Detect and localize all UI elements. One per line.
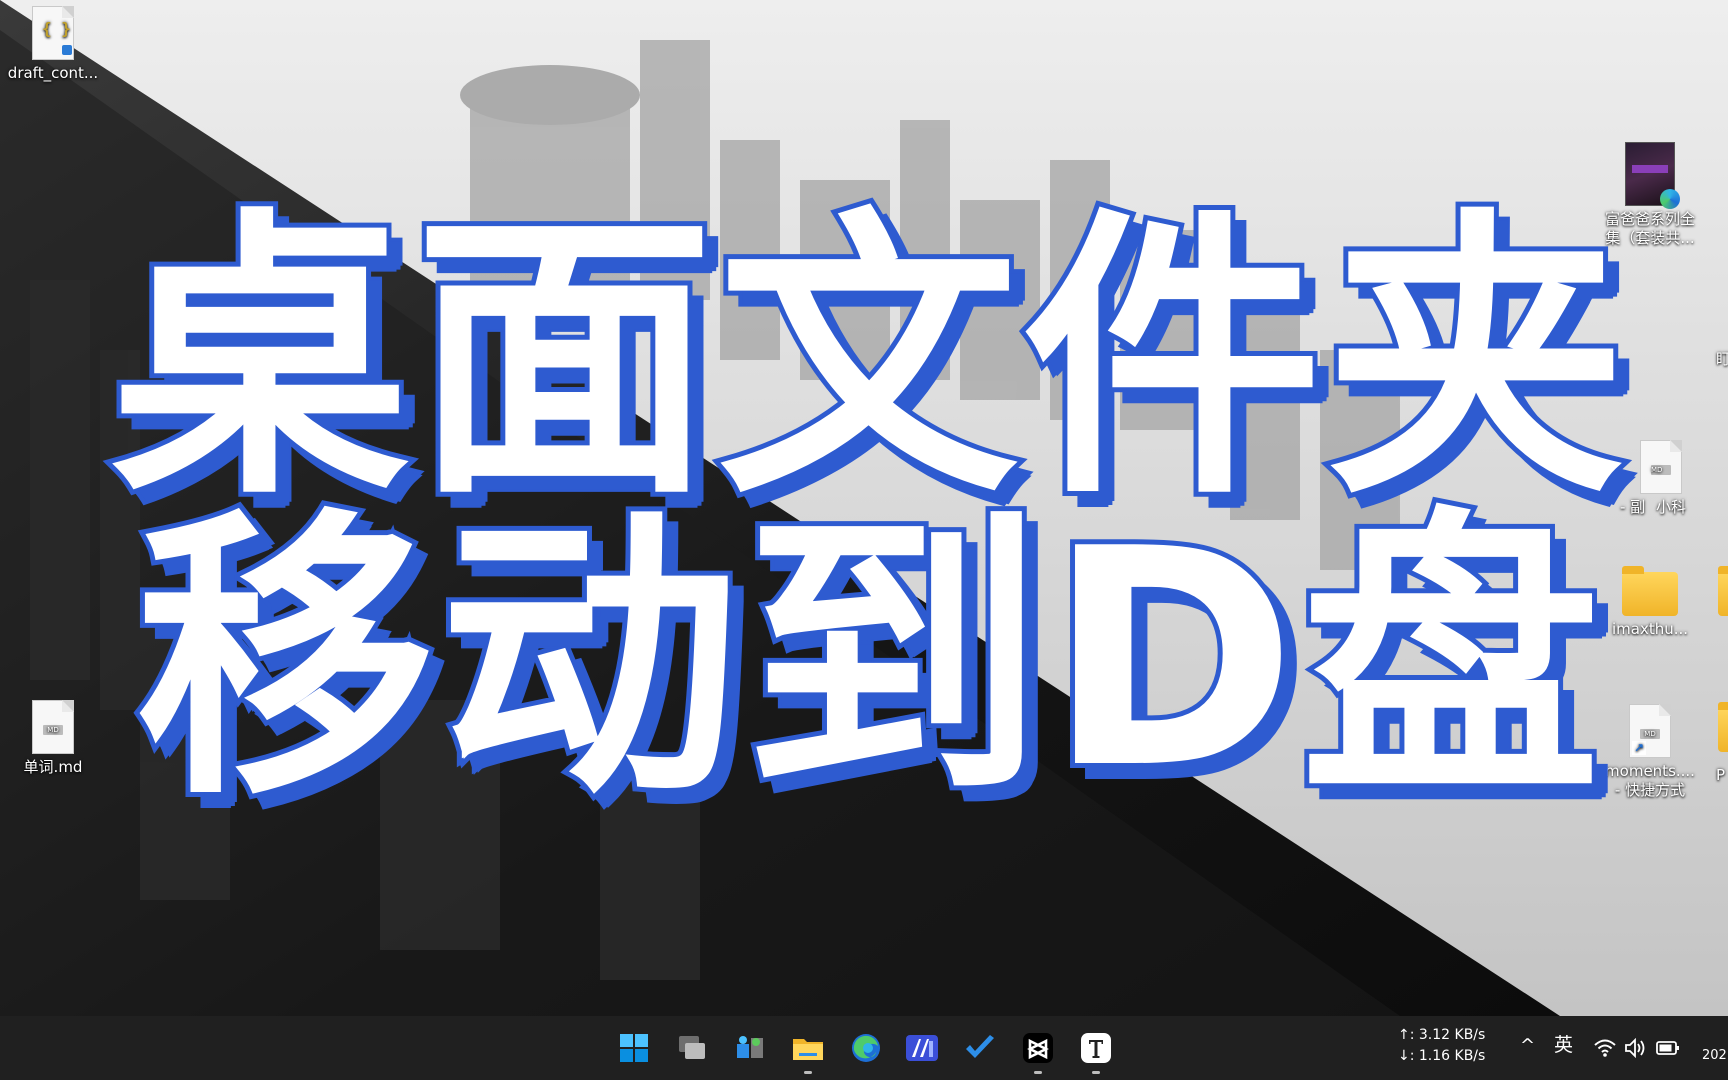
taskbar: ↑: 3.12 KB/s ↓: 1.16 KB/s ^ 英 202: [0, 1016, 1728, 1080]
windows-logo-icon: [620, 1034, 648, 1062]
folder-icon: [1718, 702, 1728, 752]
desktop-icon-label: 盯: [1716, 350, 1728, 368]
desktop: { } draft_cont... MD 单词.md 富爸爸系列全 集（套装共.…: [0, 0, 1728, 1080]
edge-icon: [852, 1034, 880, 1062]
desktop-icon-draft-content[interactable]: { } draft_cont...: [3, 6, 103, 83]
desktop-icon-label: draft_cont...: [7, 64, 99, 82]
folder-icon: [1718, 566, 1728, 616]
net-speed-down: ↓: 1.16 KB/s: [1398, 1048, 1486, 1064]
chevron-up-icon: ^: [1520, 1035, 1536, 1056]
desktop-icon-label: 单词.md: [23, 758, 83, 776]
markdown-file-icon: MD: [32, 700, 74, 754]
checkmark-icon: [966, 1035, 994, 1058]
edge-button[interactable]: [846, 1028, 886, 1068]
ai-app-icon: [906, 1035, 938, 1061]
running-indicator: [1034, 1071, 1042, 1074]
show-hidden-icons-button[interactable]: ^: [1520, 1036, 1535, 1055]
ebook-icon: [1625, 142, 1680, 209]
task-view-icon: [679, 1036, 705, 1059]
ai-app-button[interactable]: [902, 1028, 942, 1068]
overlay-title-line-1: 桌面文件夹: [105, 185, 1631, 534]
edge-icon: [1660, 189, 1680, 209]
start-button[interactable]: [614, 1028, 654, 1068]
json-file-icon: { }: [32, 6, 74, 60]
overlay-title: 桌面文件夹 移动到D盘: [90, 185, 1650, 834]
desktop-icon-label: P: [1716, 766, 1726, 784]
battery-button[interactable]: [1656, 1039, 1680, 1061]
file-explorer-button[interactable]: [788, 1028, 828, 1074]
todo-button[interactable]: [960, 1028, 1000, 1068]
battery-charging-icon: [1656, 1041, 1679, 1055]
typora-button[interactable]: [1076, 1028, 1116, 1074]
network-app-icon: [737, 1036, 763, 1058]
clock[interactable]: 202: [1702, 1046, 1727, 1065]
folder-icon: [793, 1039, 823, 1060]
running-indicator: [804, 1071, 812, 1074]
desktop-icon-label-line2: 小科: [1655, 498, 1686, 516]
speaker-icon: [1625, 1037, 1645, 1059]
task-view-button[interactable]: [672, 1028, 712, 1068]
network-app-button[interactable]: [730, 1028, 770, 1068]
wifi-icon: [1594, 1039, 1616, 1057]
running-indicator: [1092, 1071, 1100, 1074]
desktop-icon-edge-fragment[interactable]: P: [1716, 766, 1728, 785]
desktop-icon-words-md[interactable]: MD 单词.md: [3, 700, 103, 777]
ime-indicator[interactable]: 英: [1554, 1036, 1573, 1055]
capcut-icon: [1023, 1033, 1053, 1063]
volume-button[interactable]: [1624, 1037, 1646, 1062]
net-speed-up: ↑: 3.12 KB/s: [1398, 1027, 1486, 1043]
capcut-button[interactable]: [1018, 1028, 1058, 1074]
typora-icon: [1081, 1033, 1111, 1063]
network-status-button[interactable]: [1594, 1038, 1616, 1062]
desktop-icon-edge-fragment[interactable]: 盯: [1716, 350, 1728, 369]
overlay-title-line-2: 移动到D盘: [130, 485, 1605, 834]
